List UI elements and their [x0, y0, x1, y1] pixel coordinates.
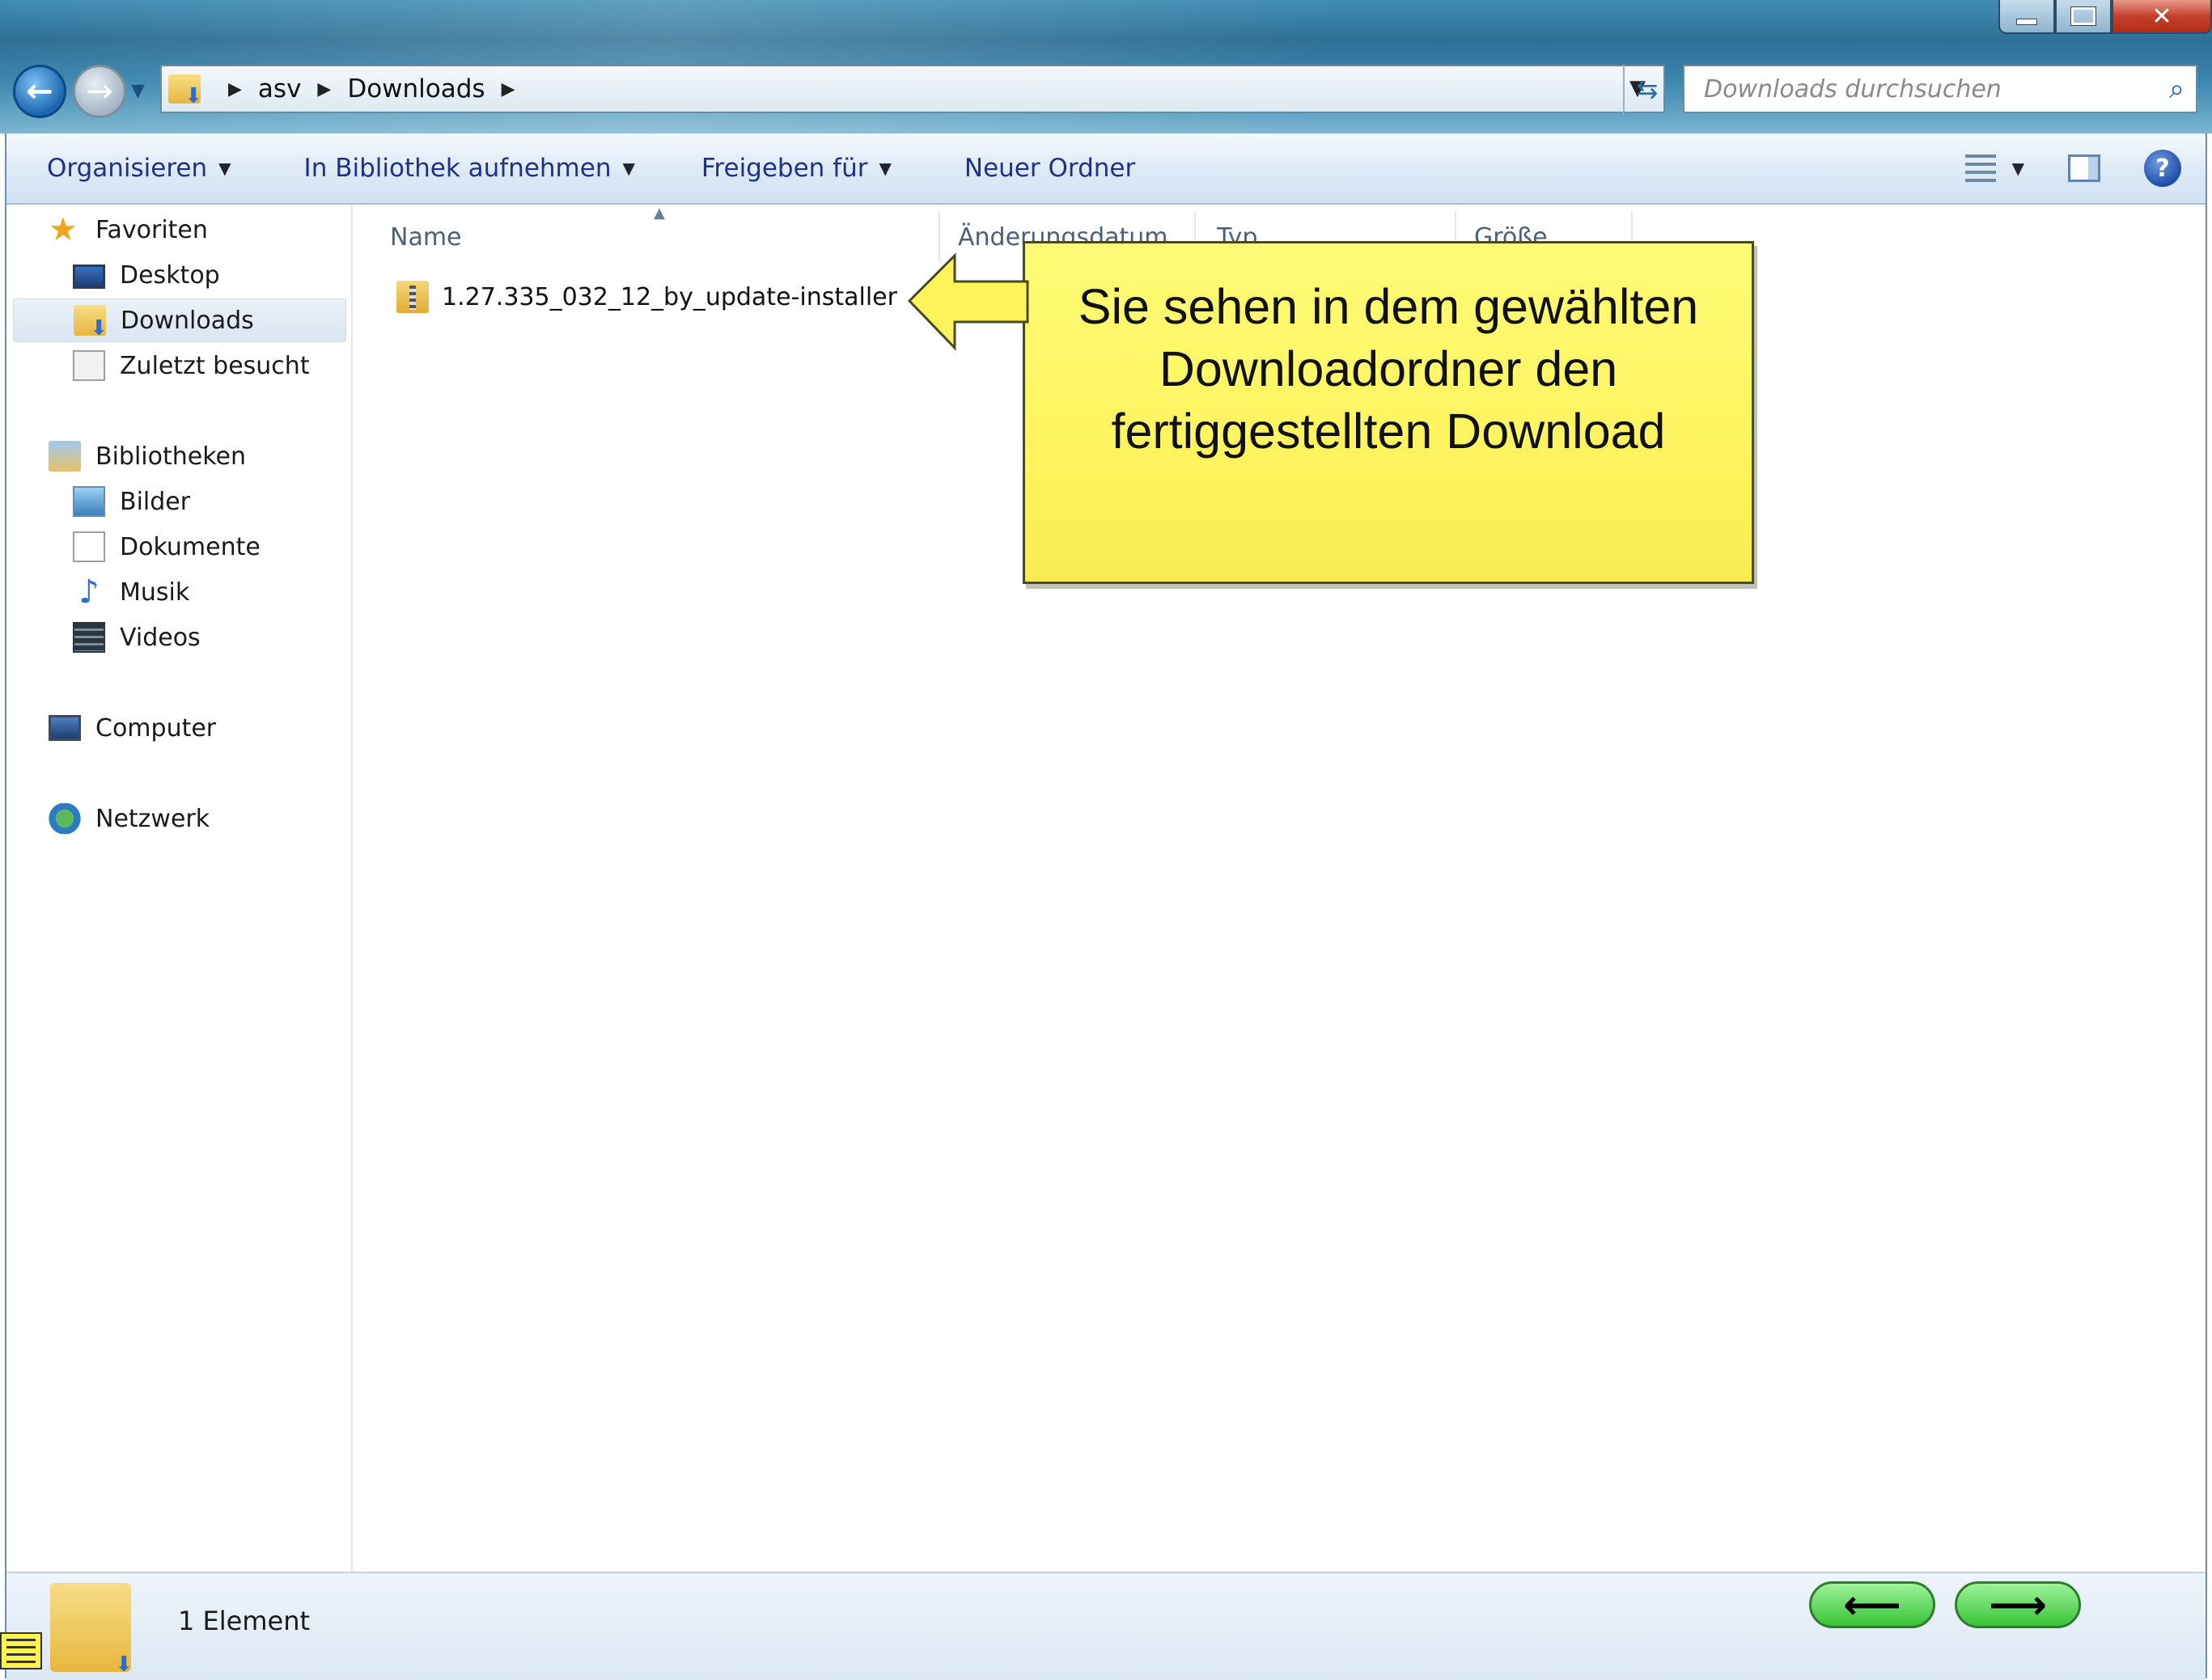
sort-ascending-icon: ▲: [654, 205, 665, 222]
computer-icon: [49, 715, 81, 741]
maximize-icon: [2070, 6, 2096, 26]
view-options-icon[interactable]: [1964, 154, 1996, 182]
sidebar-item-recent[interactable]: Zuletzt besucht: [73, 344, 310, 387]
address-bar[interactable]: ▶ asv ▶ Downloads ▶ ▼: [160, 65, 1665, 113]
chevron-down-icon: ▼: [879, 159, 892, 178]
item-count: 1 Element: [178, 1606, 311, 1636]
breadcrumb-separator-icon[interactable]: ▶: [502, 79, 515, 99]
pictures-icon: [73, 486, 105, 517]
toolbar-right: ▼ ?: [1964, 133, 2206, 203]
sidebar-item-desktop[interactable]: Desktop: [73, 253, 220, 297]
sidebar-item-music[interactable]: ♪ Musik: [73, 570, 189, 614]
desktop-icon: [73, 264, 105, 289]
note-icon[interactable]: [0, 1632, 42, 1669]
zip-folder-icon: [396, 281, 429, 313]
list-item[interactable]: 1.27.335_032_12_by_update-installer: [396, 274, 897, 319]
chevron-down-icon: ▼: [622, 159, 635, 178]
document-icon: [73, 531, 105, 562]
libraries-icon: [49, 441, 81, 472]
recent-places-icon: [73, 350, 105, 381]
sidebar-item-favorites[interactable]: ★ Favoriten: [49, 208, 208, 252]
refresh-icon: ⇆: [1636, 74, 1659, 104]
chevron-down-icon: ▼: [218, 159, 231, 178]
library-label: In Bibliothek aufnehmen: [303, 154, 612, 183]
arrow-left-icon: ⟵: [1843, 1581, 1901, 1628]
sidebar-item-downloads[interactable]: Downloads: [13, 298, 346, 342]
preview-pane-icon[interactable]: [2068, 154, 2100, 182]
close-icon: ✕: [2151, 2, 2172, 31]
include-in-library-menu[interactable]: In Bibliothek aufnehmen ▼: [304, 154, 635, 183]
tutorial-back-button[interactable]: ⟵: [1809, 1581, 1935, 1628]
callout-text: Sie sehen in dem gewählten: [1078, 279, 1699, 334]
search-icon[interactable]: ⌕: [2169, 73, 2184, 105]
recent-pages-dropdown[interactable]: ▼: [131, 81, 145, 101]
network-icon: [49, 803, 81, 834]
sidebar-label: Videos: [120, 623, 201, 652]
sidebar-item-libraries[interactable]: Bibliotheken: [49, 434, 246, 478]
downloads-folder-icon: [74, 305, 108, 341]
arrow-right-icon: ⟶: [1989, 1581, 2047, 1628]
share-label: Freigeben für: [701, 154, 868, 183]
sidebar-label: Bibliotheken: [95, 442, 246, 471]
star-icon: ★: [49, 211, 78, 248]
tutorial-next-button[interactable]: ⟶: [1955, 1581, 2081, 1628]
sidebar-label: Computer: [95, 713, 217, 743]
sidebar-label: Bilder: [120, 487, 191, 516]
search-input[interactable]: [1702, 74, 2159, 104]
sidebar-item-computer[interactable]: Computer: [49, 706, 216, 750]
organize-label: Organisieren: [47, 154, 208, 183]
sidebar-label: Favoriten: [95, 215, 208, 244]
downloads-folder-icon: [50, 1583, 133, 1677]
column-header-name[interactable]: Name: [390, 218, 462, 256]
downloads-folder-icon: [168, 74, 202, 108]
sidebar-label: Downloads: [121, 306, 254, 335]
minimize-button[interactable]: [1998, 0, 2055, 34]
sidebar-item-documents[interactable]: Dokumente: [73, 525, 261, 569]
sidebar-label: Zuletzt besucht: [120, 351, 310, 380]
status-bar: 1 Element ⟵ ⟶: [6, 1572, 2206, 1680]
maximize-button[interactable]: [2055, 0, 2112, 34]
callout-text: Downloadordner den: [1159, 341, 1618, 396]
view-dropdown-icon[interactable]: ▼: [2012, 159, 2024, 178]
back-button[interactable]: ←: [13, 65, 66, 118]
sidebar-label: Musik: [120, 578, 190, 607]
sidebar-label: Dokumente: [120, 532, 261, 561]
forward-button[interactable]: →: [73, 65, 126, 118]
organize-menu[interactable]: Organisieren ▼: [47, 154, 231, 183]
callout-text: fertiggestellten Download: [1111, 404, 1666, 459]
new-folder-label: Neuer Ordner: [964, 154, 1136, 183]
command-bar: Organisieren ▼ In Bibliothek aufnehmen ▼ F…: [6, 133, 2206, 205]
caption-buttons: ✕: [1998, 0, 2212, 34]
arrow-left-icon: ←: [26, 73, 53, 110]
sidebar-item-pictures[interactable]: Bilder: [73, 480, 190, 523]
sidebar-item-videos[interactable]: Videos: [73, 616, 201, 659]
tutorial-callout: Sie sehen in dem gewählten Downloadordne…: [1023, 241, 1754, 584]
minimize-icon: [2016, 19, 2037, 25]
arrow-right-icon: →: [86, 73, 113, 110]
file-name: 1.27.335_032_12_by_update-installer: [442, 282, 897, 311]
breadcrumb-downloads[interactable]: Downloads: [347, 74, 485, 104]
refresh-button[interactable]: ⇆: [1623, 65, 1670, 113]
search-box[interactable]: ⌕: [1683, 65, 2197, 113]
music-note-icon: ♪: [78, 573, 100, 611]
breadcrumb-separator-icon[interactable]: ▶: [228, 79, 242, 99]
close-button[interactable]: ✕: [2112, 0, 2212, 34]
help-icon[interactable]: ?: [2144, 150, 2181, 187]
callout-pointer-icon: [907, 252, 1029, 351]
share-with-menu[interactable]: Freigeben für ▼: [701, 154, 892, 183]
film-icon: [73, 622, 105, 653]
sidebar-label: Desktop: [120, 260, 220, 290]
breadcrumb-asv[interactable]: asv: [258, 74, 302, 104]
navigation-pane: ★ Favoriten Desktop Downloads Zuletzt bes…: [6, 205, 353, 1572]
new-folder-button[interactable]: Neuer Ordner: [964, 154, 1135, 183]
sidebar-item-network[interactable]: Netzwerk: [49, 797, 210, 840]
sidebar-label: Netzwerk: [95, 804, 210, 833]
breadcrumb-separator-icon[interactable]: ▶: [317, 79, 331, 99]
column-label: Name: [390, 222, 462, 252]
